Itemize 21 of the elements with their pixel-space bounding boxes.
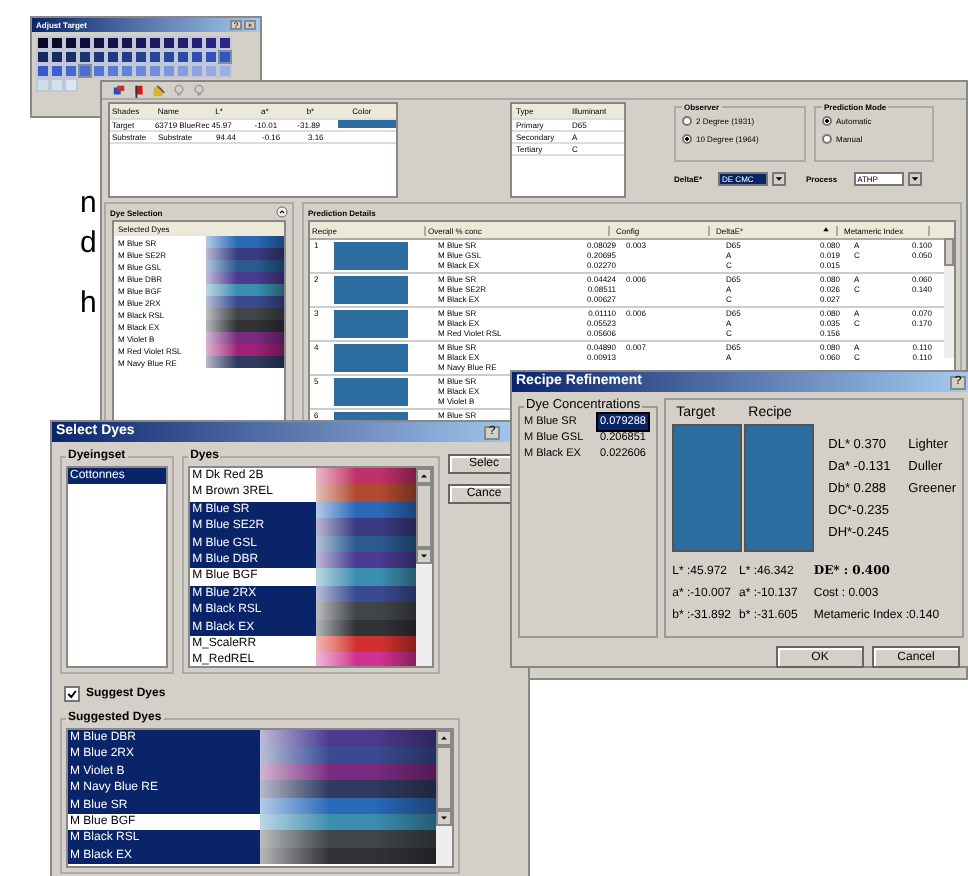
background-text: h <box>80 288 97 318</box>
scrollbar[interactable] <box>944 238 954 358</box>
flag-icon[interactable] <box>132 83 146 97</box>
scroll-thumb[interactable] <box>416 484 432 548</box>
scroll-thumb[interactable] <box>436 746 452 810</box>
sort-arrow-icon <box>822 226 830 234</box>
up-arrow-icon[interactable] <box>436 730 452 746</box>
down-arrow-icon[interactable] <box>416 548 432 564</box>
up-arrow-icon[interactable] <box>416 468 432 484</box>
background-text: n <box>80 188 97 218</box>
checkbox[interactable] <box>64 686 80 702</box>
pencil-icon[interactable] <box>152 83 166 97</box>
dropdown-arrow-icon[interactable] <box>907 172 922 186</box>
dropdown-arrow-icon[interactable] <box>772 172 787 186</box>
palette-icon[interactable] <box>112 83 126 97</box>
down-arrow-icon[interactable] <box>436 810 452 826</box>
background-text: d <box>80 228 97 258</box>
collapse-icon[interactable] <box>276 206 288 218</box>
scrollbar[interactable] <box>436 730 452 866</box>
color-cells-drawing <box>36 78 78 92</box>
scrollbar[interactable] <box>416 468 432 666</box>
